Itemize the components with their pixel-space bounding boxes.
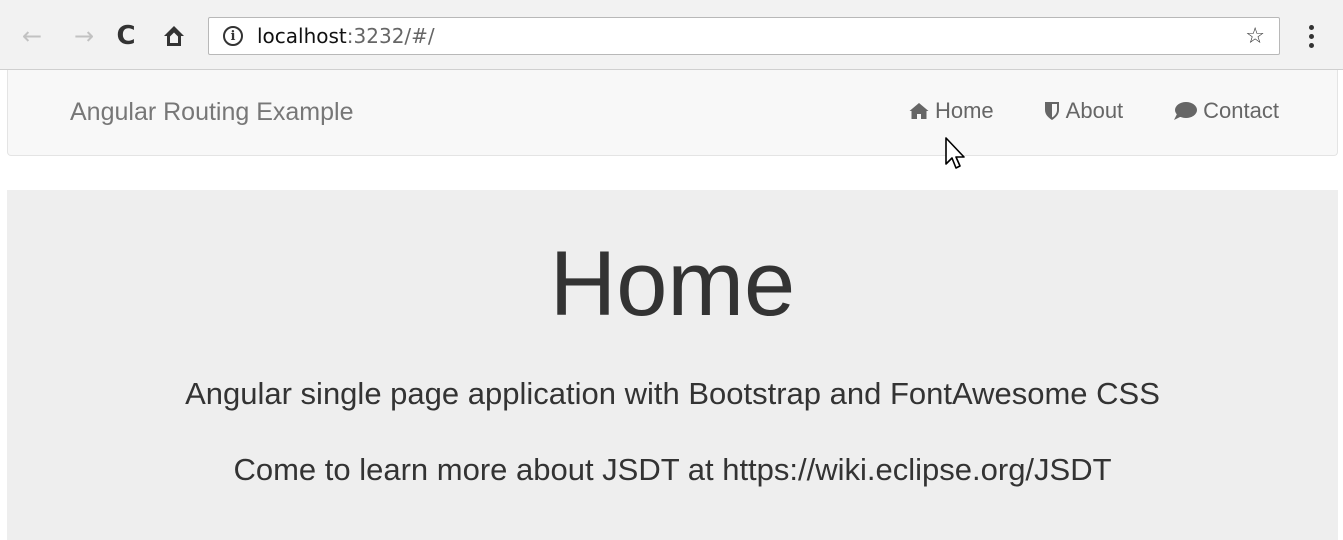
info-icon[interactable]: i: [223, 26, 243, 46]
jumbotron: Home Angular single page application wit…: [7, 190, 1338, 540]
reload-icon[interactable]: C: [112, 21, 140, 51]
jumbotron-link-text: Come to learn more about JSDT at https:/…: [233, 452, 1112, 487]
forward-arrow-icon[interactable]: →: [70, 22, 98, 50]
nav-link-about[interactable]: About: [1044, 98, 1124, 124]
navbar: Angular Routing Example Home About Conta…: [7, 70, 1338, 156]
back-arrow-icon[interactable]: ←: [18, 22, 46, 50]
nav-link-contact[interactable]: Contact: [1173, 98, 1279, 124]
menu-icon[interactable]: [1301, 22, 1321, 50]
address-bar[interactable]: i localhost:3232/#/ ☆: [208, 17, 1280, 55]
comment-icon: [1173, 101, 1198, 121]
browser-toolbar: ← → C i localhost:3232/#/ ☆: [0, 0, 1343, 70]
url-text: localhost:3232/#/: [257, 24, 435, 48]
page-title: Home: [549, 233, 796, 335]
shield-icon: [1044, 101, 1060, 121]
navbar-brand[interactable]: Angular Routing Example: [70, 98, 354, 127]
nav-link-label: About: [1065, 98, 1124, 123]
nav-link-home[interactable]: Home: [909, 98, 994, 124]
mouse-cursor-icon: [944, 136, 968, 177]
home-icon[interactable]: [160, 22, 188, 50]
star-icon[interactable]: ☆: [1245, 24, 1265, 49]
jumbotron-description: Angular single page application with Boo…: [185, 376, 1160, 411]
nav-link-label: Contact: [1203, 98, 1279, 123]
url-host: localhost: [257, 24, 347, 48]
nav-link-label: Home: [934, 98, 994, 123]
nav-links: Home About Contact: [909, 98, 1279, 124]
home-icon: [909, 102, 929, 120]
url-path: :3232/#/: [346, 24, 435, 48]
